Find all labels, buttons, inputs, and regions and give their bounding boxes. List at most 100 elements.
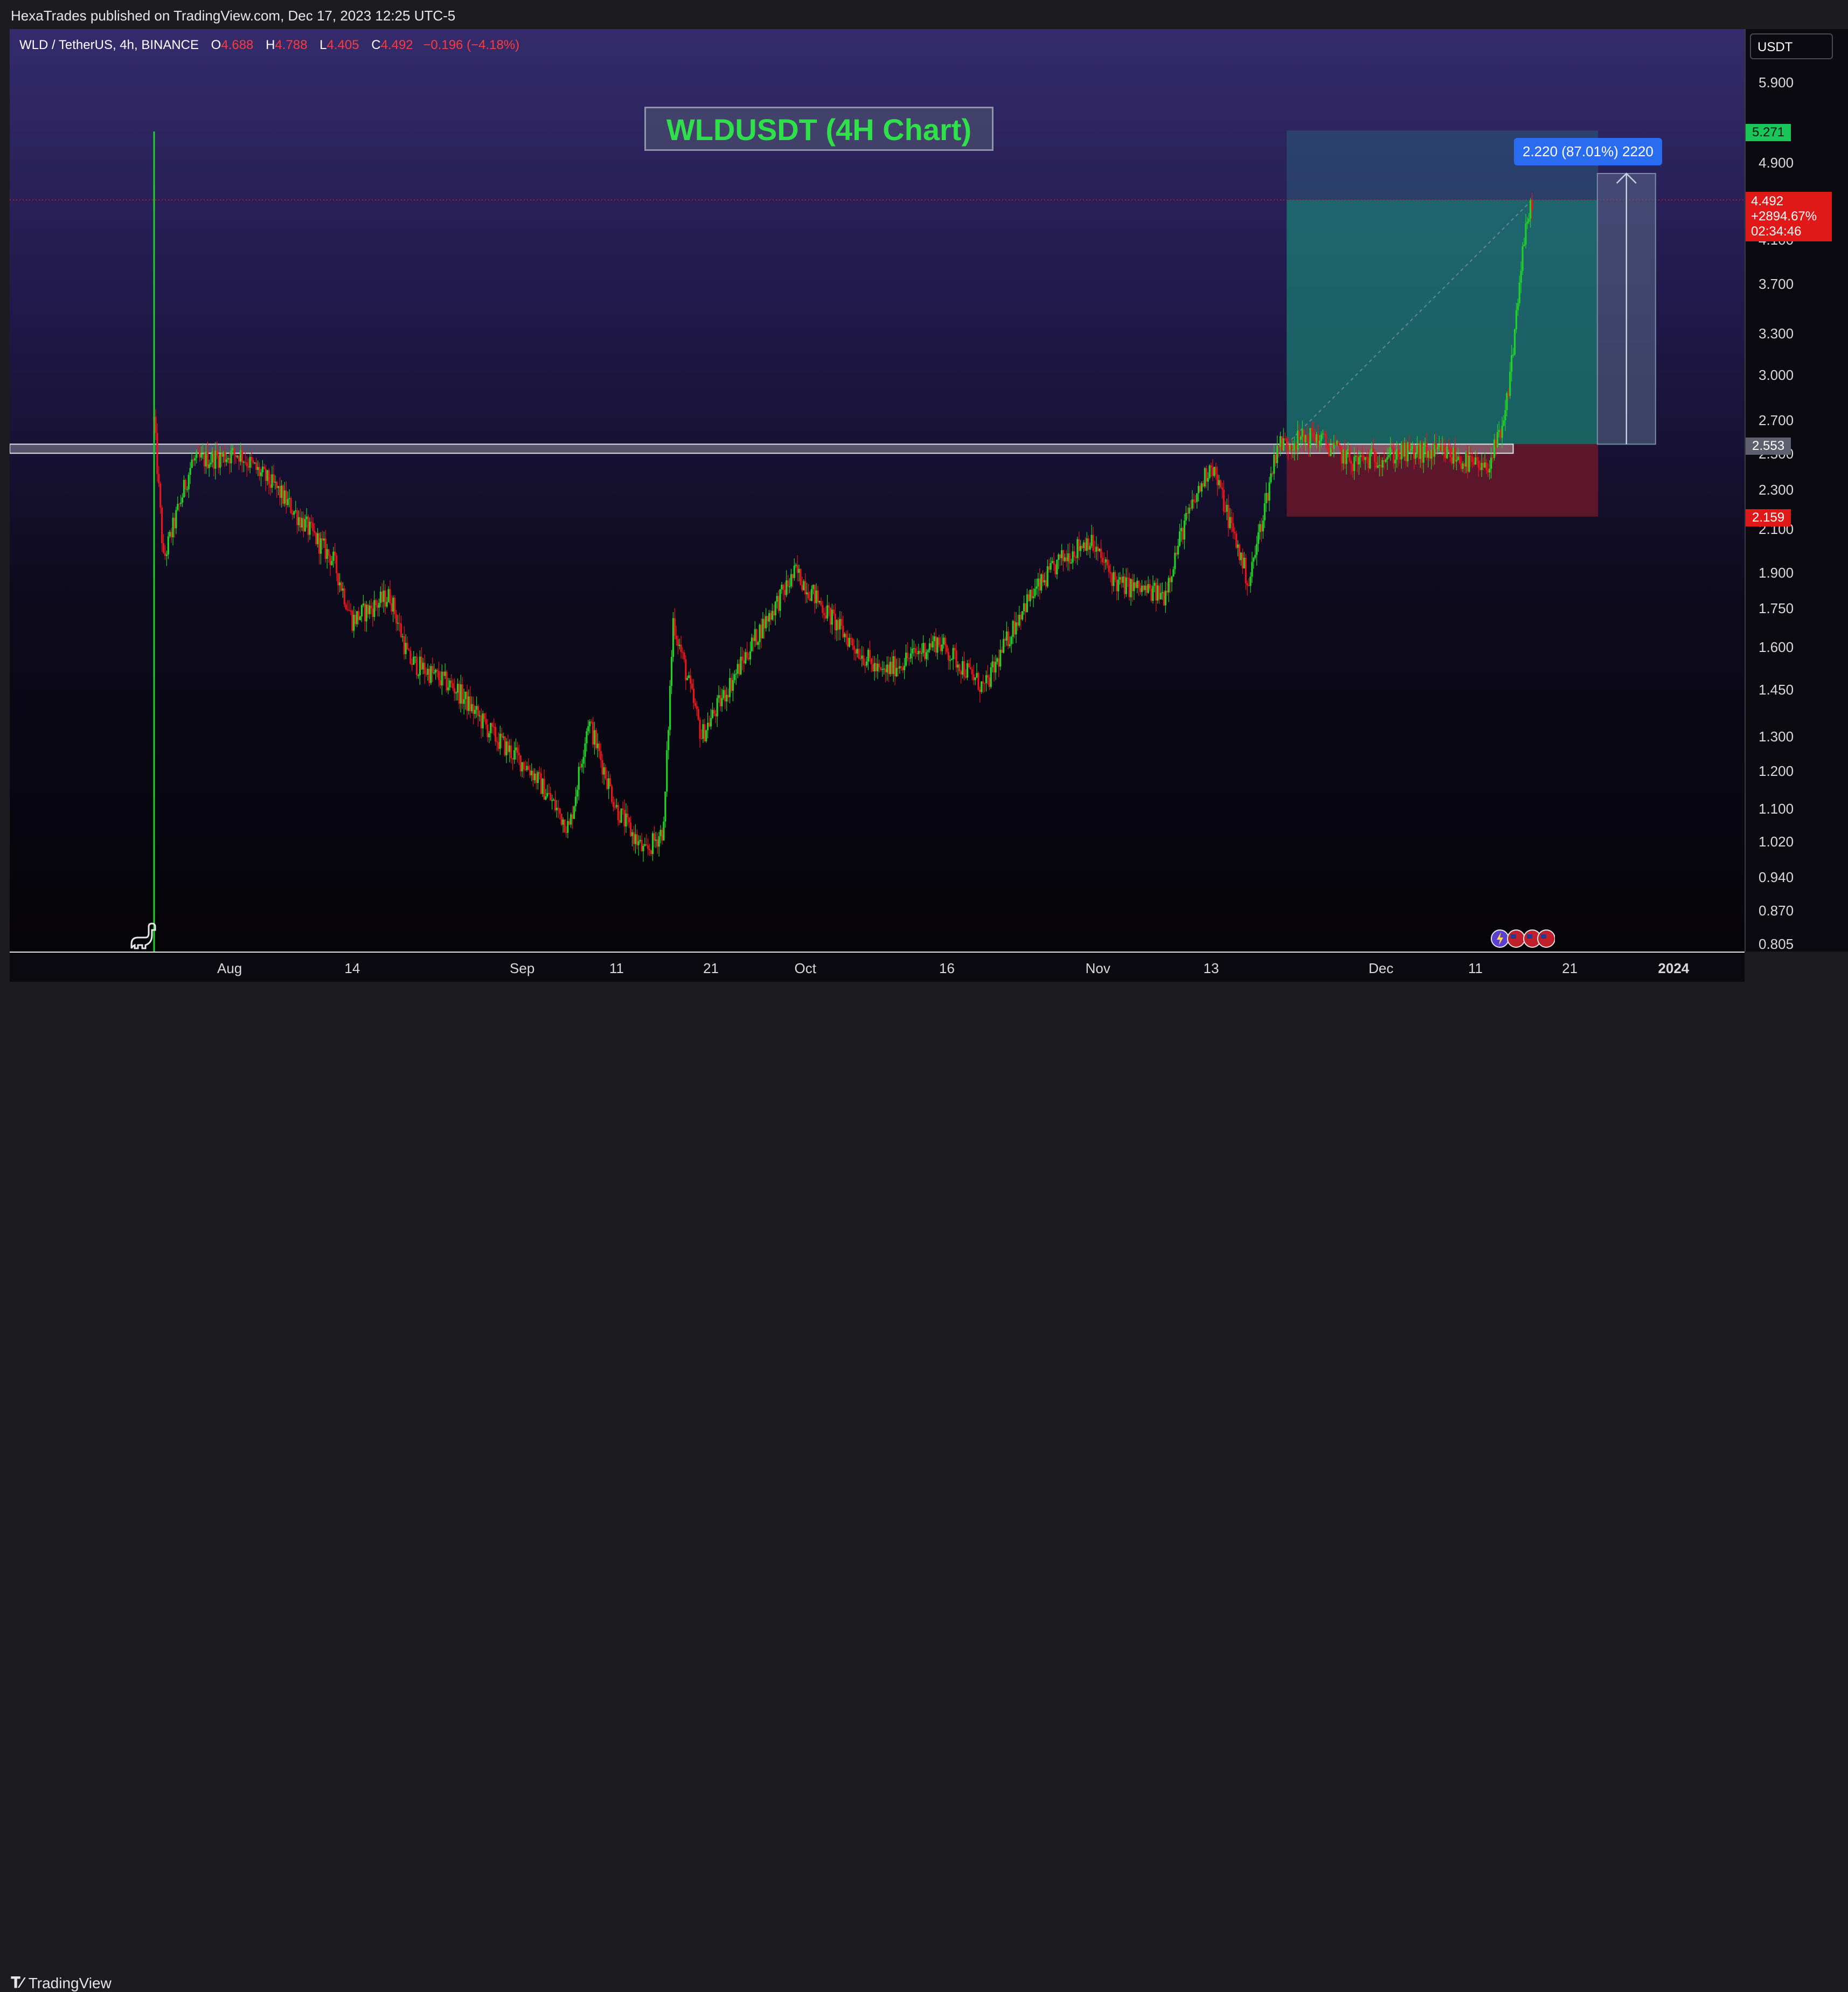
candle-body — [1342, 449, 1344, 464]
candle-body — [273, 474, 275, 483]
candle-body — [877, 663, 879, 671]
candle-body — [1065, 557, 1067, 561]
candle-body — [1503, 420, 1505, 426]
candle-body — [897, 668, 899, 669]
time-tick-label: 2024 — [1658, 960, 1690, 976]
candle-body — [1241, 552, 1243, 568]
candle-body — [1276, 446, 1279, 463]
candle-body — [369, 605, 371, 614]
time-axis[interactable] — [10, 952, 1745, 983]
candle-body — [641, 839, 643, 851]
candle-body — [784, 589, 786, 595]
candle-body — [1531, 200, 1533, 211]
candle-body — [1188, 508, 1190, 514]
candle-body — [1512, 355, 1514, 356]
candle-body — [537, 772, 539, 783]
price-tick-label: 2.700 — [1759, 412, 1794, 429]
candle-body — [1457, 456, 1459, 460]
candle-body — [689, 675, 692, 684]
candle-body — [1474, 457, 1477, 465]
candle-body — [914, 648, 916, 654]
candle-body — [224, 452, 226, 462]
candle-body — [531, 771, 533, 775]
open-label: O — [211, 38, 221, 52]
candle-body — [1506, 393, 1508, 411]
candle-body — [1111, 573, 1113, 586]
candle-body — [1393, 448, 1395, 464]
candle-body — [1215, 467, 1217, 475]
candle-body — [1356, 455, 1359, 464]
candle-body — [455, 692, 457, 693]
tradingview-logo[interactable]: 𝐓⁄ TradingView — [11, 1974, 112, 1992]
candle-body — [477, 706, 480, 716]
candle-body — [831, 609, 833, 625]
candle-body — [993, 661, 995, 673]
candle-body — [682, 651, 684, 653]
candle-body — [1339, 446, 1341, 449]
close-value: 4.492 — [380, 38, 413, 52]
candle-body — [944, 637, 947, 646]
candle-body — [314, 531, 316, 533]
event-flags-icon[interactable] — [1490, 927, 1555, 950]
currency-selector[interactable]: USDT — [1750, 33, 1833, 59]
candle-body — [735, 673, 737, 675]
candle-body — [1068, 553, 1071, 564]
candle-body — [1219, 480, 1222, 488]
candle-body — [398, 622, 401, 624]
candle-body — [533, 773, 536, 781]
price-axis[interactable]: 5.9004.9004.1003.7003.3003.0002.7002.500… — [1745, 29, 1848, 952]
candle-body — [196, 451, 198, 458]
symbol-legend[interactable]: WLD / TetherUS, 4h, BINANCE O4.688 H4.78… — [19, 38, 519, 53]
candle-body — [1364, 457, 1366, 460]
candle-body — [1426, 443, 1428, 458]
candle-body — [611, 786, 613, 802]
candle-body — [1300, 436, 1302, 440]
candle-body — [1117, 579, 1120, 592]
candle-body — [863, 655, 865, 665]
candle-body — [894, 656, 896, 677]
candle-body — [1493, 439, 1496, 458]
candle-body — [353, 615, 355, 631]
candle-body — [295, 510, 297, 511]
candle-body — [609, 778, 612, 787]
candle-body — [546, 793, 548, 796]
time-tick-label: 13 — [1203, 960, 1219, 976]
candle-body — [1222, 489, 1225, 512]
chart-title[interactable]: WLDUSDT (4H Chart) — [644, 107, 994, 151]
candle-body — [936, 637, 939, 653]
candle-body — [1320, 434, 1322, 441]
candle-body — [668, 730, 670, 751]
time-tick-label: 11 — [609, 960, 624, 976]
candle-body — [954, 648, 956, 651]
candle-body — [1462, 463, 1464, 469]
candle-body — [450, 681, 453, 684]
candle-body — [1089, 546, 1091, 550]
candle-body — [1499, 430, 1502, 438]
candle-body — [1013, 621, 1016, 635]
change-value: −0.196 (−4.18%) — [423, 38, 520, 52]
candle-body — [880, 667, 882, 670]
candle-body — [1448, 446, 1450, 449]
candle-body — [1390, 447, 1392, 455]
measure-label[interactable]: 2.220 (87.01%) 2220 — [1514, 138, 1662, 165]
candle-body — [397, 622, 399, 624]
chart-plot[interactable] — [10, 29, 1745, 952]
candle-body — [1430, 450, 1433, 459]
header-bar: HexaTrades published on TradingView.com,… — [0, 0, 1848, 29]
candle-body — [685, 659, 687, 681]
candle-body — [1177, 545, 1179, 555]
candle-body — [795, 565, 797, 566]
candle-body — [1525, 223, 1527, 245]
candle-body — [1048, 566, 1050, 570]
candle-body — [555, 808, 558, 810]
candle-body — [202, 453, 204, 455]
candle-body — [1100, 549, 1102, 558]
candle-body — [752, 637, 754, 641]
candle-body — [853, 646, 855, 650]
candle-body — [908, 658, 911, 660]
candle-body — [387, 589, 390, 602]
candle-body — [590, 721, 593, 723]
candle-body — [532, 771, 534, 781]
candle-body — [642, 845, 644, 851]
candle-body — [237, 456, 239, 457]
